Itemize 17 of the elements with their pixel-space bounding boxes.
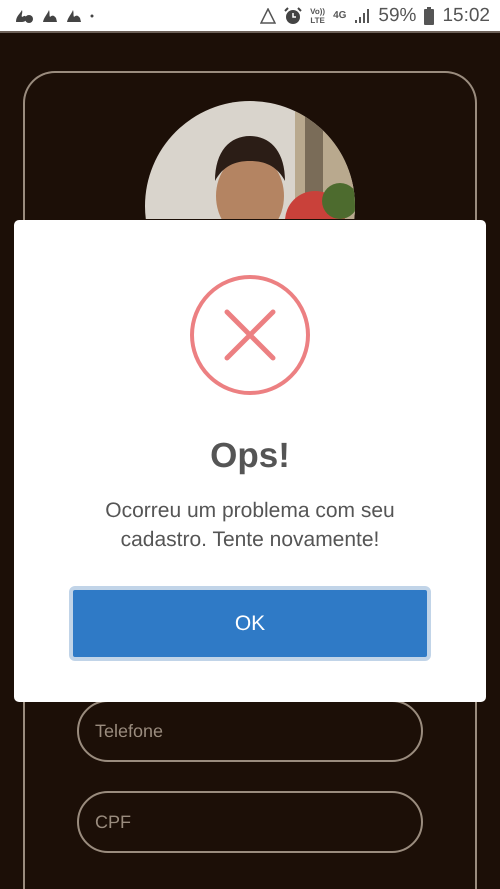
clock-time: 15:02	[442, 4, 490, 26]
battery-percent: 59%	[378, 4, 416, 26]
network-label: 4G	[333, 10, 346, 21]
dot-icon	[90, 14, 94, 18]
alarm-icon	[284, 6, 302, 24]
ok-button[interactable]: OK	[69, 586, 431, 661]
dialog-message: Ocorreu um problema com seu cadastro. Tente novamente!	[104, 498, 396, 553]
error-icon	[189, 274, 311, 396]
notification-icon	[42, 8, 58, 22]
notification-icon	[14, 8, 34, 24]
volte-label: Vo)) LTE	[310, 6, 326, 24]
signal-icon	[354, 8, 370, 24]
dialog-title: Ops!	[210, 436, 290, 476]
battery-icon	[424, 6, 434, 24]
cpf-field[interactable]: CPF	[77, 791, 423, 853]
notification-icon	[66, 8, 82, 22]
data-saver-icon	[260, 8, 276, 24]
